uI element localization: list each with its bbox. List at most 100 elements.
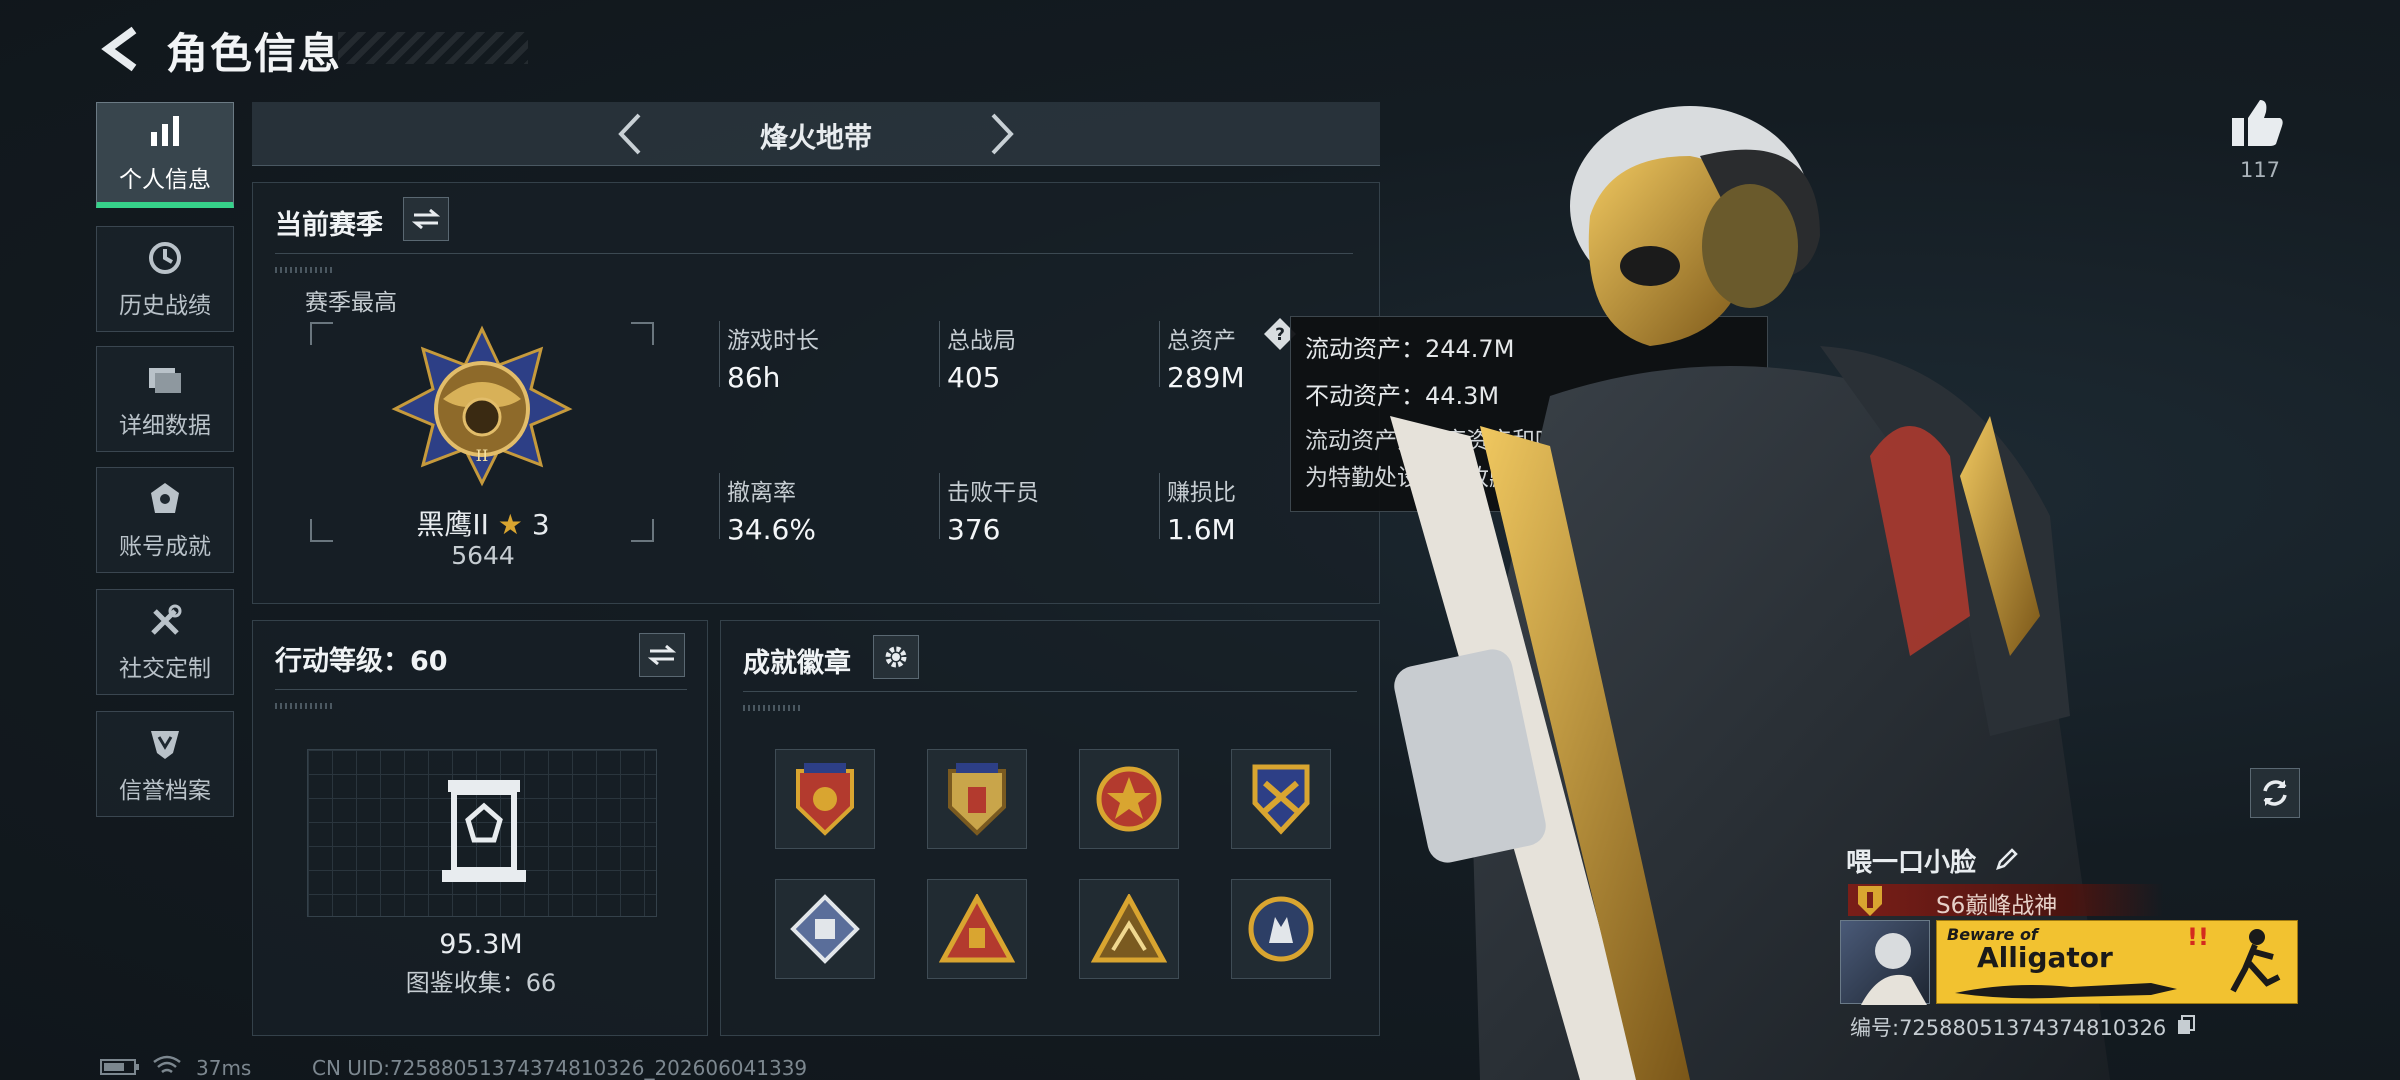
- sidebar-item-achievements[interactable]: 账号成就: [96, 467, 234, 573]
- sidebar-item-label: 信誉档案: [119, 778, 211, 804]
- edit-name-button[interactable]: [1995, 848, 2019, 878]
- action-level-panel: 行动等级：60 95.3M 图鉴收集：66: [252, 620, 708, 1036]
- achievements-title: 成就徽章: [743, 648, 851, 679]
- battery-icon: [100, 1058, 140, 1080]
- season-best-label: 赛季最高: [305, 290, 397, 316]
- stat-value: 86h: [727, 361, 781, 394]
- chevron-left-icon: [101, 26, 137, 72]
- player-name-row: 喂一口小脸: [1846, 842, 2019, 879]
- gear-icon: [885, 646, 907, 668]
- avatar[interactable]: [1840, 920, 1930, 1005]
- badge-4[interactable]: [1231, 749, 1331, 849]
- next-mode-button[interactable]: [976, 108, 1028, 160]
- banner-line-2: Alligator: [1977, 941, 2113, 974]
- swap-icon: [648, 644, 676, 666]
- badge-1[interactable]: [775, 749, 875, 849]
- collection-case-icon: [442, 780, 526, 882]
- svg-text:?: ?: [1275, 325, 1285, 345]
- uid-text: CN UID:725880513743748103​26_20260604133…: [312, 1056, 808, 1080]
- bar-chart-icon: [151, 115, 179, 146]
- divider: [275, 253, 1353, 254]
- badge-8[interactable]: [1231, 879, 1331, 979]
- badge-1-icon: [796, 763, 854, 836]
- season-title: 当前赛季: [275, 210, 383, 241]
- wifi-icon: [152, 1054, 182, 1080]
- page-title: 角色信息: [166, 29, 343, 78]
- folder-icon: [149, 368, 181, 393]
- swap-icon: [412, 208, 440, 230]
- thumbs-up-icon: [2232, 100, 2283, 146]
- exclamation-icon: !!: [2187, 923, 2209, 951]
- stat-value: 376: [947, 513, 1001, 546]
- stat-label: 游戏时长: [727, 328, 819, 354]
- like-button[interactable]: [2230, 96, 2294, 156]
- sidebar-item-label: 个人信息: [119, 166, 211, 193]
- rank-stars: 3: [531, 508, 550, 541]
- badge-7[interactable]: [1079, 879, 1179, 979]
- player-name: 喂一口小脸: [1846, 848, 1977, 878]
- stat-label: 赚损比: [1167, 480, 1236, 506]
- achievement-icon: [151, 483, 179, 513]
- prev-mode-button[interactable]: [604, 108, 656, 160]
- copy-id-button[interactable]: [2177, 1015, 2195, 1040]
- copy-icon: [2177, 1015, 2195, 1034]
- badge-6[interactable]: [927, 879, 1027, 979]
- sidebar-item-history[interactable]: 历史战绩: [96, 226, 234, 332]
- stat-label: 击败干员: [947, 480, 1039, 506]
- title-emblem-icon: [1858, 886, 1882, 916]
- stat-value: 1.6M: [1167, 513, 1236, 546]
- season-switch-button[interactable]: [403, 197, 449, 241]
- badge-5-icon: [790, 894, 860, 964]
- sidebar-item-reputation[interactable]: 信誉档案: [96, 711, 234, 817]
- player-id: 编号:725880513743748103​26: [1850, 1016, 2167, 1040]
- mode-selector: 烽火地带: [252, 102, 1380, 166]
- badge-2-icon: [948, 763, 1006, 836]
- divider: [1159, 321, 1160, 387]
- rank-points: 5644: [451, 541, 515, 570]
- collection-value: 95.3M: [439, 929, 523, 960]
- rank-label: 黑鹰II ★ 3: [363, 503, 603, 543]
- sidebar-item-label: 详细数据: [119, 413, 211, 439]
- player-title-tag: S6巅峰战神: [1848, 884, 2164, 919]
- achievements-settings-button[interactable]: [873, 635, 919, 679]
- stat-value: 289M: [1167, 361, 1245, 394]
- rank-name: 黑鹰II: [416, 508, 489, 541]
- star-icon: ★: [497, 508, 523, 541]
- stat-label: 总战局: [947, 328, 1016, 354]
- stat-value: 34.6%: [727, 513, 816, 546]
- action-level-switch-button[interactable]: [639, 633, 685, 677]
- chevron-right-icon: [991, 113, 1014, 155]
- achievements-panel: 成就徽章: [720, 620, 1380, 1036]
- svg-text:II: II: [476, 446, 489, 465]
- stat-label: 总资产: [1167, 328, 1236, 354]
- sidebar-item-label: 社交定制: [119, 656, 211, 682]
- ping-text: 37ms: [196, 1056, 252, 1080]
- stat-value: 405: [947, 361, 1001, 394]
- sidebar-item-label: 历史战绩: [119, 293, 211, 319]
- clock-icon: [149, 242, 181, 274]
- like-count: 117: [2239, 158, 2281, 182]
- shield-icon: [151, 731, 179, 759]
- stat-label: 撤离率: [727, 480, 796, 506]
- wrench-icon: [151, 604, 182, 635]
- divider: [1159, 473, 1160, 539]
- badge-6-icon: [939, 894, 1015, 963]
- divider: [939, 321, 940, 387]
- season-panel: 当前赛季 赛季最高 II 黑鹰II ★ 3 5644 游戏时长 86h 总战局 …: [252, 182, 1380, 604]
- badge-3[interactable]: [1079, 749, 1179, 849]
- badge-5[interactable]: [775, 879, 875, 979]
- divider: [719, 321, 720, 387]
- collection-display: [307, 749, 657, 917]
- title-decoration: [338, 32, 528, 64]
- sidebar-item-personal-info[interactable]: 个人信息: [96, 102, 234, 208]
- decoration: [743, 705, 803, 711]
- back-button[interactable]: [96, 22, 144, 76]
- title-tag-text: S6巅峰战神: [1936, 893, 2058, 919]
- sidebar-item-social[interactable]: 社交定制: [96, 589, 234, 695]
- divider: [743, 691, 1357, 692]
- badge-2[interactable]: [927, 749, 1027, 849]
- refresh-button[interactable]: [2250, 768, 2300, 818]
- divider: [939, 473, 940, 539]
- sidebar-item-details[interactable]: 详细数据: [96, 346, 234, 452]
- refresh-icon: [2263, 780, 2287, 806]
